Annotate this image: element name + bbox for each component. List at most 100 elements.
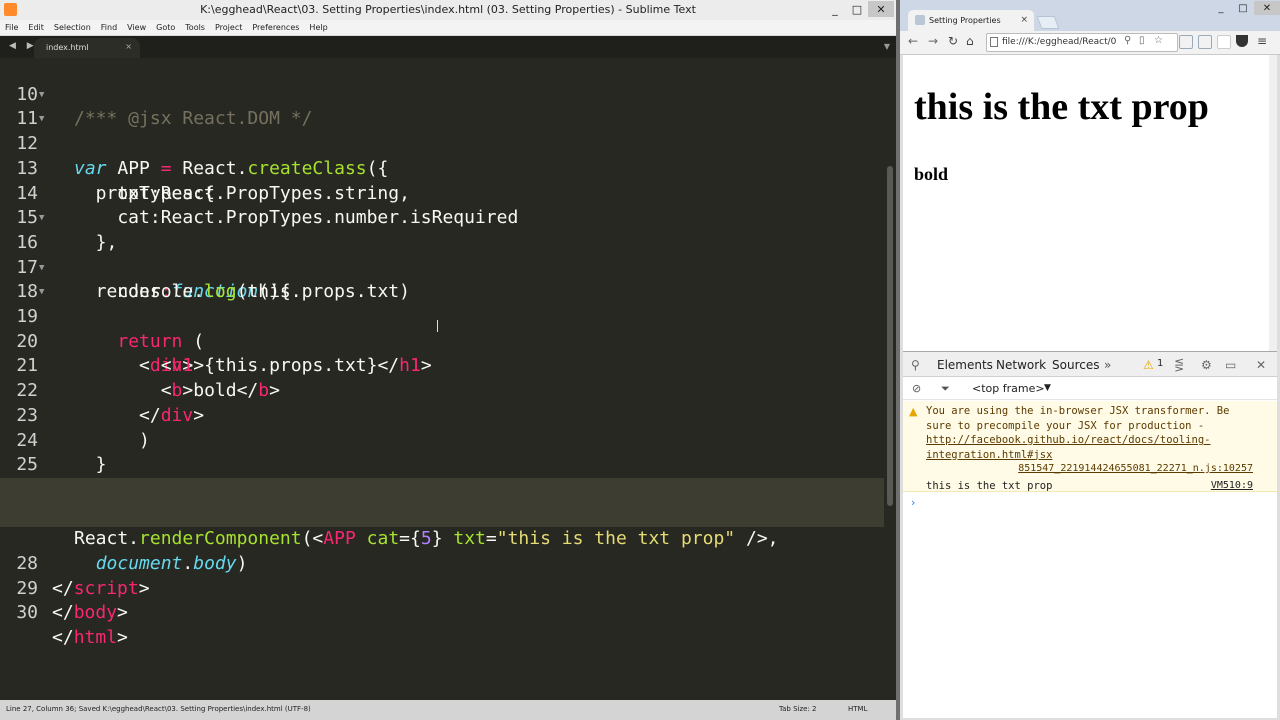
maximize-button[interactable]: □ xyxy=(846,1,868,17)
new-tab-button[interactable] xyxy=(1036,16,1060,29)
frame-dropdown-icon[interactable]: ▼ xyxy=(1044,383,1051,393)
warning-link[interactable]: http://facebook.github.io/react/docs/too… xyxy=(926,434,1210,461)
line-number: 30 xyxy=(16,602,38,624)
menu-bar: File Edit Selection Find View Goto Tools… xyxy=(0,20,896,36)
tab-dropdown-icon[interactable]: ▼ xyxy=(884,42,890,51)
warning-source-link[interactable]: 851547_221914424655081_22271_n.js:10257 xyxy=(1018,463,1253,474)
code-line: 13 txt:React.PropTypes.string, xyxy=(0,132,884,204)
more-tabs-icon[interactable]: » xyxy=(1104,358,1111,372)
fold-arrow-icon[interactable]: ▼ xyxy=(39,107,47,132)
devtools-close-icon[interactable]: ✕ xyxy=(1256,358,1266,372)
browser-close-button[interactable]: ✕ xyxy=(1254,1,1280,15)
inspect-icon[interactable]: ⚲ xyxy=(911,358,920,372)
code-token: body xyxy=(73,602,118,624)
code-token: > xyxy=(117,602,128,624)
status-bar: Line 27, Column 36; Saved K:\egghead\Rea… xyxy=(0,700,896,720)
editor-scrollbar[interactable] xyxy=(884,58,896,698)
page-favicon-icon xyxy=(915,15,925,25)
extension-icon[interactable] xyxy=(1179,35,1193,49)
settings-gear-icon[interactable]: ⚙ xyxy=(1201,358,1212,372)
code-line: 19 ▼ <div> xyxy=(0,280,884,376)
clear-console-icon[interactable]: ⊘ xyxy=(912,382,921,395)
browser-minimize-button[interactable]: _ xyxy=(1210,1,1232,15)
status-position: Line 27, Column 36; Saved K:\egghead\Rea… xyxy=(6,705,311,713)
menu-project[interactable]: Project xyxy=(210,20,247,35)
tab-sources[interactable]: Sources xyxy=(1052,358,1099,372)
code-line: 11 ▼ var APP = React.createClass({ xyxy=(0,83,884,179)
log-message: this is the txt prop xyxy=(926,480,1053,492)
page-bold-text: bold xyxy=(914,164,949,184)
code-token: > xyxy=(117,627,128,649)
status-tab-size[interactable]: Tab Size: 2 xyxy=(779,705,816,713)
menu-tools[interactable]: Tools xyxy=(180,20,210,35)
window-controls: _ □ ✕ xyxy=(824,1,894,17)
forward-button[interactable]: → xyxy=(928,34,938,48)
code-line: 24 } xyxy=(0,404,884,476)
code-line-current-wrap: document.body) xyxy=(0,502,884,574)
browser-tab-strip: Setting Properties × _ □ ✕ xyxy=(900,0,1280,31)
code-line: 29 </body> xyxy=(0,552,884,624)
close-button[interactable]: ✕ xyxy=(868,1,894,17)
menu-find[interactable]: Find xyxy=(96,20,122,35)
page-heading: this is the txt prop xyxy=(914,86,1209,128)
page-icon xyxy=(990,37,998,47)
code-line: 18 ▼ return ( xyxy=(0,256,884,352)
tab-network[interactable]: Network xyxy=(996,358,1046,372)
warning-message: You are using the in-browser JSX transfo… xyxy=(926,404,1252,462)
console-drawer-icon[interactable]: ⋚ xyxy=(1174,358,1184,372)
address-url[interactable]: file:///K:/egghead/React/0 xyxy=(1002,37,1120,47)
browser-tab[interactable]: Setting Properties × xyxy=(908,10,1034,31)
fold-arrow-icon[interactable]: ▼ xyxy=(39,256,47,281)
code-line: 22 </div> xyxy=(0,354,884,426)
tab-close-icon[interactable]: × xyxy=(125,42,132,51)
console-prompt-icon[interactable]: › xyxy=(911,496,915,509)
home-button[interactable]: ⌂ xyxy=(966,34,974,48)
browser-toolbar: ← → ↻ ⌂ file:///K:/egghead/React/0 ⚲ ▯ ☆… xyxy=(900,31,1280,55)
menu-help[interactable]: Help xyxy=(304,20,332,35)
page-viewport: this is the txt prop bold xyxy=(903,55,1277,351)
code-line: 25 }); xyxy=(0,429,884,500)
menu-hamburger-icon[interactable]: ≡ xyxy=(1257,34,1267,48)
filter-icon[interactable]: ⏷ xyxy=(941,382,950,396)
frame-selector[interactable]: <top frame> xyxy=(972,382,1045,395)
bookmark-star-icon[interactable]: ☆ xyxy=(1154,35,1163,46)
extension-icon[interactable] xyxy=(1198,35,1212,49)
browser-maximize-button[interactable]: □ xyxy=(1232,1,1254,15)
scrollbar-thumb[interactable] xyxy=(887,166,893,506)
translate-icon[interactable]: ▯ xyxy=(1139,35,1145,46)
page-scrollbar[interactable] xyxy=(1269,55,1277,351)
address-bar[interactable]: file:///K:/egghead/React/0 ⚲ ▯ ☆ xyxy=(986,33,1178,52)
reload-button[interactable]: ↻ xyxy=(948,34,958,48)
browser-tab-close-icon[interactable]: × xyxy=(1020,15,1028,25)
extension-icon[interactable] xyxy=(1217,35,1231,49)
menu-file[interactable]: File xyxy=(0,20,23,35)
search-icon[interactable]: ⚲ xyxy=(1124,35,1131,46)
menu-preferences[interactable]: Preferences xyxy=(247,20,304,35)
fold-arrow-icon[interactable]: ▼ xyxy=(39,280,47,305)
code-line: 15 }, xyxy=(0,182,884,253)
code-token: html xyxy=(73,627,118,649)
browser-window-controls: _ □ ✕ xyxy=(1210,1,1280,15)
back-button[interactable]: ← xyxy=(908,34,918,48)
pocket-icon[interactable] xyxy=(1236,35,1248,47)
fold-arrow-icon[interactable]: ▼ xyxy=(39,206,47,231)
tab-index-html[interactable]: index.html × xyxy=(34,38,140,58)
code-editor[interactable]: 10 /*** @jsx React.DOM */ 11 ▼ var APP =… xyxy=(0,58,896,698)
code-line: 16 ▼ render:function(){ xyxy=(0,206,884,302)
menu-view[interactable]: View xyxy=(122,20,151,35)
devtools-panel: ⚲ Elements Network Sources » ⚠ 1 ⋚ ⚙ ▭ ✕… xyxy=(903,351,1277,718)
fold-arrow-icon[interactable]: ▼ xyxy=(39,83,47,108)
dock-icon[interactable]: ▭ xyxy=(1225,358,1236,372)
log-source-link[interactable]: VM510:9 xyxy=(1211,480,1253,491)
warning-icon[interactable]: ⚠ xyxy=(1143,358,1154,372)
code-line-current: 27 React.renderComponent(<APP cat={5} tx… xyxy=(0,477,884,549)
minimize-button[interactable]: _ xyxy=(824,1,846,17)
menu-selection[interactable]: Selection xyxy=(49,20,96,35)
status-syntax[interactable]: HTML xyxy=(848,705,867,713)
ibeam-cursor-icon xyxy=(437,320,442,332)
code-line: 17 console.log(this.props.txt) xyxy=(0,231,884,303)
tab-elements[interactable]: Elements xyxy=(937,358,993,372)
code-line: 12 ▼ propTypes:{ xyxy=(0,107,884,203)
menu-edit[interactable]: Edit xyxy=(23,20,49,35)
menu-goto[interactable]: Goto xyxy=(151,20,180,35)
